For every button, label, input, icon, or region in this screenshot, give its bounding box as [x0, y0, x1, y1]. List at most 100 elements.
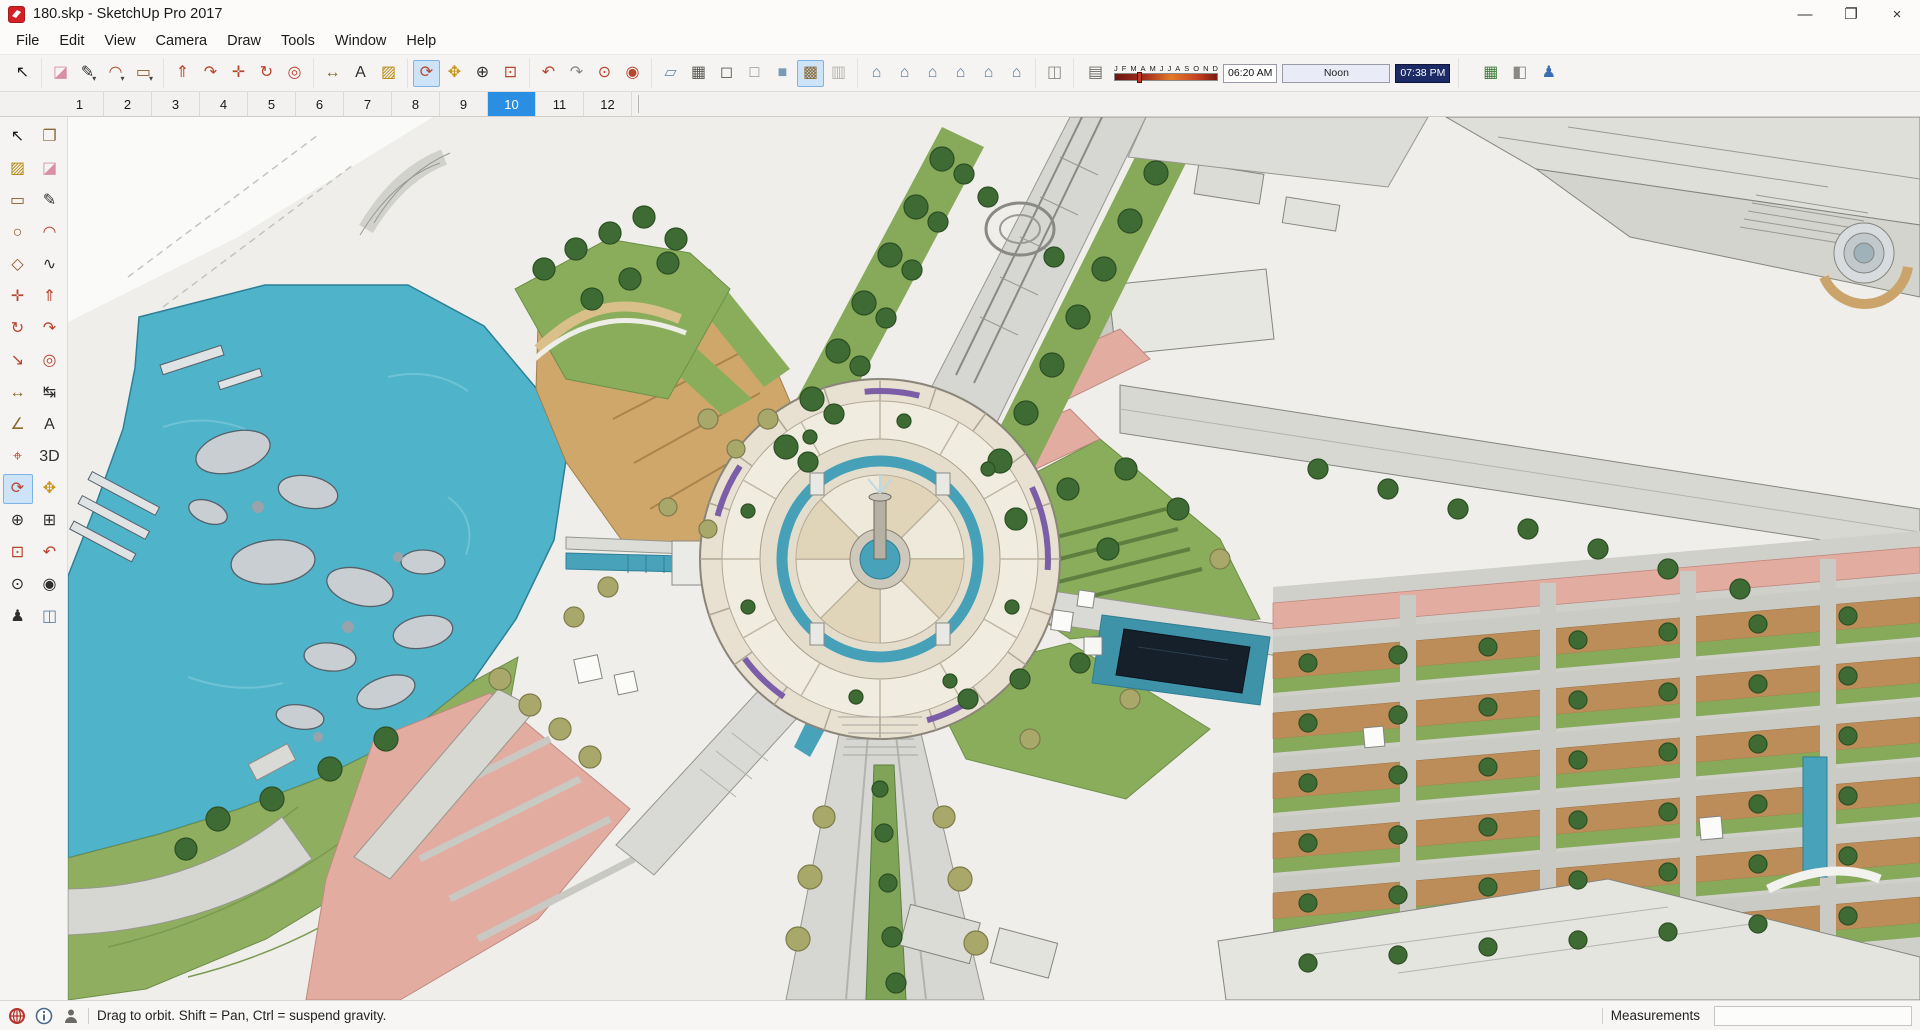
- paint-bucket-button[interactable]: ▨: [375, 60, 402, 87]
- rectangle-button[interactable]: ▭: [3, 186, 33, 216]
- geolocation-icon[interactable]: [8, 1007, 26, 1025]
- position-camera-button[interactable]: ⊙: [3, 570, 33, 600]
- polygon-button[interactable]: ◇: [3, 250, 33, 280]
- dropdown-arrow-icon[interactable]: ▾: [120, 74, 124, 86]
- zoom-extents-button[interactable]: ⊡: [3, 538, 33, 568]
- view-top-button[interactable]: ⌂: [891, 60, 918, 87]
- axes-button[interactable]: ⌖: [3, 442, 33, 472]
- previous-button[interactable]: ↶: [35, 538, 65, 568]
- maximize-button[interactable]: ❐: [1828, 0, 1874, 28]
- scene-tab-5[interactable]: 5: [248, 92, 296, 116]
- position-camera-button[interactable]: ⊙: [591, 60, 618, 87]
- eraser-button[interactable]: ◪: [47, 60, 74, 87]
- menu-edit[interactable]: Edit: [49, 29, 94, 53]
- menu-tools[interactable]: Tools: [271, 29, 325, 53]
- scene-tab-8[interactable]: 8: [392, 92, 440, 116]
- menu-window[interactable]: Window: [325, 29, 397, 53]
- hidden-line-button[interactable]: □: [741, 60, 768, 87]
- move-button[interactable]: ✛: [3, 282, 33, 312]
- shadow-date-marker[interactable]: [1137, 72, 1143, 84]
- person-icon[interactable]: [62, 1007, 80, 1025]
- shapes-button[interactable]: ▭ ▾: [131, 60, 158, 87]
- zoom-window-button[interactable]: ⊞: [35, 506, 65, 536]
- circle-button[interactable]: ○: [3, 218, 33, 248]
- shaded-with-textures-button[interactable]: ▩: [797, 59, 824, 87]
- dropdown-arrow-icon[interactable]: ▾: [149, 74, 153, 86]
- zoom-button[interactable]: ⊕: [3, 506, 33, 536]
- scene-tab-10[interactable]: 10: [488, 92, 536, 116]
- model-viewport[interactable]: [68, 117, 1920, 1000]
- next-button[interactable]: ↷: [563, 60, 590, 87]
- orbit-button[interactable]: ⟳: [413, 59, 440, 87]
- section-plane-button[interactable]: ◫: [1041, 60, 1068, 87]
- freehand-button[interactable]: ∿: [35, 250, 65, 280]
- push-pull-button[interactable]: ⇑: [35, 282, 65, 312]
- terrain-toggle-button[interactable]: ▦: [1477, 60, 1504, 87]
- select-button[interactable]: ↖: [3, 122, 33, 152]
- scene-tab-2[interactable]: 2: [104, 92, 152, 116]
- zoom-extents-button[interactable]: ⊡: [497, 60, 524, 87]
- monochrome-button[interactable]: ▥: [825, 60, 852, 87]
- x-ray-button[interactable]: ▱: [657, 60, 684, 87]
- menu-camera[interactable]: Camera: [146, 29, 218, 53]
- orbit-button[interactable]: ⟳: [2, 474, 33, 504]
- move-button[interactable]: ✛: [225, 60, 252, 87]
- menu-draw[interactable]: Draw: [217, 29, 271, 53]
- walk-button[interactable]: ♟: [3, 602, 33, 632]
- tape-measure-button[interactable]: ↔: [3, 378, 33, 408]
- arc-button[interactable]: ◠: [35, 218, 65, 248]
- section-plane-button[interactable]: ◫: [35, 602, 65, 632]
- 3d-text-button[interactable]: 3D: [35, 442, 65, 472]
- follow-me-button[interactable]: ↷: [197, 60, 224, 87]
- line-button[interactable]: ✎ ▾: [75, 60, 102, 87]
- shadow-time-slider[interactable]: Noon: [1282, 63, 1391, 83]
- rotate-button[interactable]: ↻: [253, 60, 280, 87]
- shadow-settings-button[interactable]: ▤: [1082, 60, 1109, 87]
- scene-tab-4[interactable]: 4: [200, 92, 248, 116]
- select-button[interactable]: ↖: [9, 60, 36, 87]
- shadow-date-slider[interactable]: JFMAMJJASOND: [1114, 65, 1218, 84]
- menu-view[interactable]: View: [94, 29, 145, 53]
- text-button[interactable]: A: [35, 410, 65, 440]
- tape-measure-button[interactable]: ↔: [319, 60, 346, 87]
- scene-tab-1[interactable]: 1: [56, 92, 104, 116]
- text-button[interactable]: A: [347, 60, 374, 87]
- scene-tab-12[interactable]: 12: [584, 92, 632, 116]
- minimize-button[interactable]: —: [1782, 0, 1828, 28]
- zoom-button[interactable]: ⊕: [469, 60, 496, 87]
- scene-tab-6[interactable]: 6: [296, 92, 344, 116]
- offset-button[interactable]: ◎: [35, 346, 65, 376]
- push-pull-button[interactable]: ⇑: [169, 60, 196, 87]
- scale-button[interactable]: ↘: [3, 346, 33, 376]
- pan-button[interactable]: ✥: [441, 60, 468, 87]
- offset-button[interactable]: ◎: [281, 60, 308, 87]
- scene-tab-9[interactable]: 9: [440, 92, 488, 116]
- view-iso-button[interactable]: ⌂: [863, 60, 890, 87]
- canvas-area[interactable]: [68, 117, 1920, 1000]
- view-left-button[interactable]: ⌂: [975, 60, 1002, 87]
- follow-me-button[interactable]: ↷: [35, 314, 65, 344]
- dropdown-arrow-icon[interactable]: ▾: [92, 74, 96, 86]
- measurements-input[interactable]: [1714, 1005, 1912, 1026]
- shaded-button[interactable]: ■: [769, 60, 796, 87]
- scene-tab-11[interactable]: 11: [536, 92, 584, 116]
- scene-tab-3[interactable]: 3: [152, 92, 200, 116]
- wireframe-button[interactable]: ◻: [713, 60, 740, 87]
- eraser-button[interactable]: ◪: [35, 154, 65, 184]
- back-edges-button[interactable]: ▦: [685, 60, 712, 87]
- pan-button[interactable]: ✥: [35, 474, 65, 504]
- view-right-button[interactable]: ⌂: [1003, 60, 1030, 87]
- protractor-button[interactable]: ∠: [3, 410, 33, 440]
- menu-help[interactable]: Help: [396, 29, 446, 53]
- surface-toggle-button[interactable]: ◧: [1506, 60, 1533, 87]
- arcs-button[interactable]: ◠ ▾: [103, 60, 130, 87]
- menu-file[interactable]: File: [6, 29, 49, 53]
- look-around-button[interactable]: ◉: [35, 570, 65, 600]
- view-front-button[interactable]: ⌂: [919, 60, 946, 87]
- close-button[interactable]: ×: [1874, 0, 1920, 28]
- dimension-button[interactable]: ↹: [35, 378, 65, 408]
- view-back-button[interactable]: ⌂: [947, 60, 974, 87]
- previous-button[interactable]: ↶: [535, 60, 562, 87]
- rotate-button[interactable]: ↻: [3, 314, 33, 344]
- person-scale-button[interactable]: ♟: [1535, 60, 1562, 87]
